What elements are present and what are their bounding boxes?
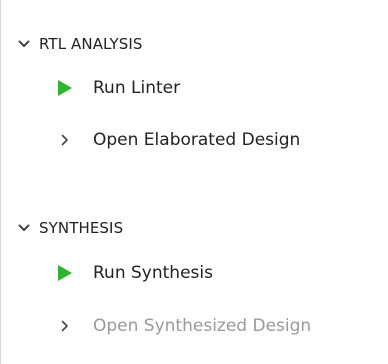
item-label: Open Elaborated Design: [93, 130, 301, 150]
open-elaborated-design-item[interactable]: Open Elaborated Design: [1, 123, 388, 157]
item-label: Run Synthesis: [93, 263, 213, 283]
run-linter-item[interactable]: Run Linter: [1, 71, 388, 105]
chevron-right-icon: [61, 319, 71, 333]
chevron-down-icon[interactable]: [17, 37, 31, 51]
section-label: RTL ANALYSIS: [39, 35, 143, 53]
open-synthesized-design-item: Open Synthesized Design: [1, 309, 388, 343]
item-label: Run Linter: [93, 78, 181, 98]
section-header-synthesis[interactable]: SYNTHESIS: [1, 211, 388, 245]
section-header-rtl-analysis[interactable]: RTL ANALYSIS: [1, 27, 388, 61]
item-label: Open Synthesized Design: [93, 316, 312, 336]
play-icon: [57, 79, 73, 97]
play-icon: [57, 264, 73, 282]
chevron-right-icon[interactable]: [61, 133, 71, 147]
section-label: SYNTHESIS: [39, 219, 124, 237]
run-synthesis-item[interactable]: Run Synthesis: [1, 256, 388, 290]
flow-navigator-panel: RTL ANALYSIS Run Linter Open Elaborated …: [0, 0, 388, 364]
chevron-down-icon[interactable]: [17, 221, 31, 235]
